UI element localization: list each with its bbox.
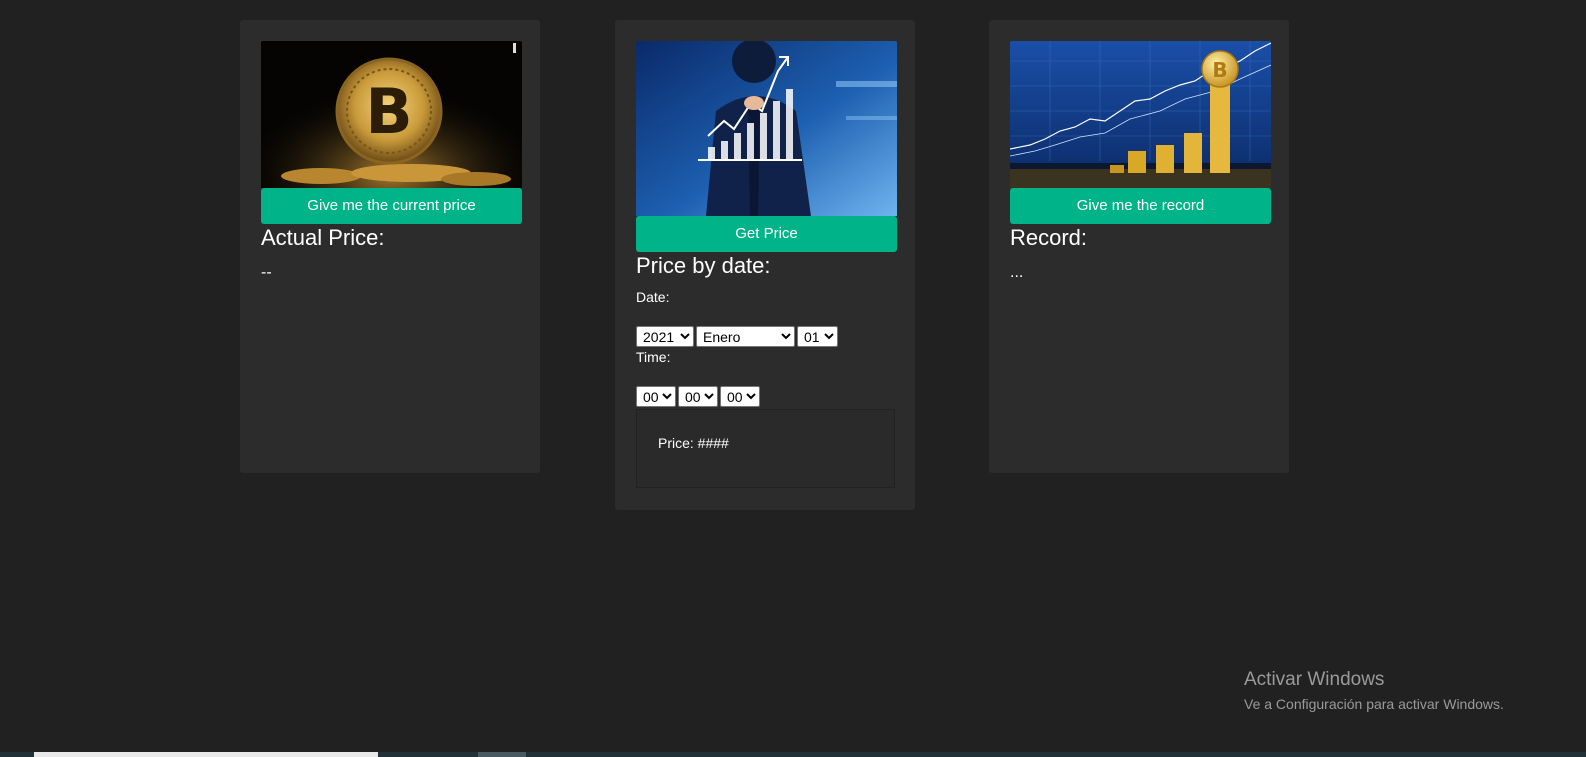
date-label: Date: [636,289,670,305]
bottom-strip-segment [478,752,526,757]
day-select[interactable]: 01 [797,326,838,347]
windows-activation-watermark: Activar Windows Ve a Configuración para … [1244,668,1504,714]
bottom-edge-strip [0,752,1586,757]
business-chart-image [636,41,897,216]
get-price-button[interactable]: Get Price [636,216,897,252]
bottom-strip-segment [34,752,378,757]
month-select[interactable]: Enero [696,326,795,347]
second-select[interactable]: 00 [720,386,760,407]
year-select[interactable]: 2021 [636,326,694,347]
price-result-text: Price: #### [658,435,729,451]
svg-text:B: B [365,75,412,148]
record-heading: Record: [1010,225,1088,250]
record-card: B Give me the record Record: ... [989,20,1289,473]
bitcoin-coin-image: B [261,41,522,188]
actual-price-heading: Actual Price: [261,225,385,250]
date-selects: 2021 Enero 01 [636,326,838,347]
hour-select[interactable]: 00 [636,386,676,407]
price-result-box: Price: #### [636,409,895,488]
bitcoin-chart-coins-image: B [1010,41,1271,188]
record-value: ... [1010,264,1024,281]
minute-select[interactable]: 00 [678,386,718,407]
actual-price-value: -- [261,264,272,281]
time-selects: 00 00 00 [636,386,760,407]
price-by-date-card: Get Price Price by date: Date: 2021 Ener… [615,20,915,510]
watermark-subtitle: Ve a Configuración para activar Windows. [1244,696,1504,712]
watermark-title: Activar Windows [1244,669,1385,690]
time-label: Time: [636,349,671,365]
svg-text:B: B [1212,58,1227,82]
current-price-button[interactable]: Give me the current price [261,188,522,224]
price-by-date-heading: Price by date: [636,253,771,278]
page: B Give me the current price Actual Price… [0,0,1586,757]
current-price-card: B Give me the current price Actual Price… [240,20,540,473]
record-button[interactable]: Give me the record [1010,188,1271,224]
